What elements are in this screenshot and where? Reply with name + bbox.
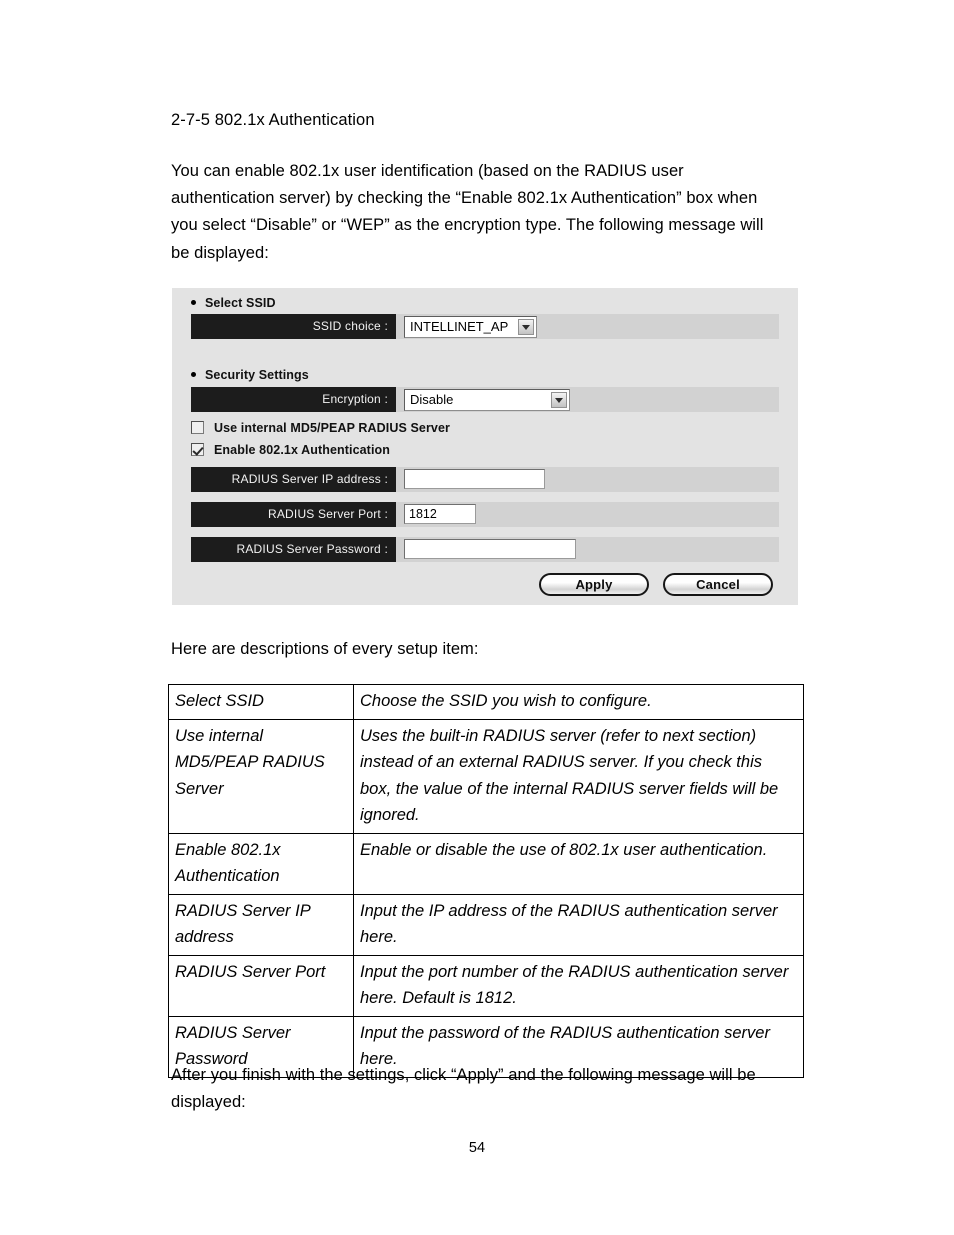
section-heading-select-ssid: Select SSID — [191, 296, 276, 310]
ssid-choice-select[interactable]: INTELLINET_AP — [404, 316, 537, 338]
radius-password-field[interactable] — [404, 539, 576, 559]
router-admin-screenshot: Select SSID SSID choice : INTELLINET_AP … — [172, 288, 798, 605]
descriptions-lead: Here are descriptions of every setup ite… — [171, 640, 479, 658]
table-cell-term: RADIUS Server Port — [168, 954, 354, 1017]
apply-button[interactable]: Apply — [539, 573, 649, 596]
use-internal-radius-label: Use internal MD5/PEAP RADIUS Server — [214, 421, 450, 435]
enable-8021x-checkbox[interactable] — [191, 443, 204, 457]
page-title: 2-7-5 802.1x Authentication — [171, 111, 375, 129]
ssid-choice-field[interactable]: INTELLINET_AP — [404, 316, 537, 338]
ssid-choice-label: SSID choice : — [191, 314, 396, 339]
encryption-value: Disable — [410, 392, 454, 407]
table-cell-definition: Input the port number of the RADIUS auth… — [353, 954, 804, 1017]
form-row-encryption: Encryption : Disable — [191, 387, 779, 412]
closing-paragraph: After you finish with the settings, clic… — [171, 1066, 756, 1112]
table-cell-definition: Input the IP address of the RADIUS authe… — [353, 893, 804, 956]
section-heading-security-settings-label: Security Settings — [205, 368, 309, 382]
bullet-icon — [191, 300, 196, 306]
checkbox-row-use-internal-radius[interactable]: Use internal MD5/PEAP RADIUS Server — [191, 421, 450, 439]
table-row: Use internal MD5/PEAP RADIUS Server Uses… — [168, 718, 804, 834]
table-cell-term: RADIUS Server IP address — [168, 893, 354, 956]
use-internal-radius-checkbox[interactable] — [191, 421, 204, 435]
radius-ip-field[interactable] — [404, 469, 545, 489]
table-cell-term: Select SSID — [168, 684, 354, 720]
section-heading-select-ssid-label: Select SSID — [205, 296, 276, 310]
cancel-button[interactable]: Cancel — [663, 573, 773, 596]
table-row: RADIUS Server IP address Input the IP ad… — [168, 893, 804, 956]
radius-port-input[interactable]: 1812 — [404, 504, 476, 524]
radius-ip-input[interactable] — [404, 469, 545, 489]
encryption-label: Encryption : — [191, 387, 396, 412]
form-row-radius-ip: RADIUS Server IP address : — [191, 467, 779, 492]
intro-paragraph: You can enable 802.1x user identificatio… — [171, 162, 764, 262]
checkbox-row-enable-8021x[interactable]: Enable 802.1x Authentication — [191, 443, 390, 461]
ssid-choice-value: INTELLINET_AP — [410, 319, 509, 334]
radius-password-input[interactable] — [404, 539, 576, 559]
radius-password-label: RADIUS Server Password : — [191, 537, 396, 562]
radius-port-field[interactable]: 1812 — [404, 504, 476, 524]
enable-8021x-label: Enable 802.1x Authentication — [214, 443, 390, 457]
section-heading-security-settings: Security Settings — [191, 368, 309, 382]
table-cell-definition: Uses the built-in RADIUS server (refer t… — [353, 718, 804, 834]
table-cell-definition: Enable or disable the use of 802.1x user… — [353, 832, 804, 895]
form-row-radius-password: RADIUS Server Password : — [191, 537, 779, 562]
setup-item-description-table: Select SSID Choose the SSID you wish to … — [168, 684, 804, 1078]
form-row-ssid-choice: SSID choice : INTELLINET_AP — [191, 314, 779, 339]
chevron-down-icon[interactable] — [551, 392, 567, 408]
table-row: Enable 802.1x Authentication Enable or d… — [168, 832, 804, 895]
chevron-down-icon[interactable] — [518, 319, 534, 335]
encryption-select[interactable]: Disable — [404, 389, 570, 411]
bullet-icon — [191, 372, 196, 378]
table-cell-term: Enable 802.1x Authentication — [168, 832, 354, 895]
radius-port-label: RADIUS Server Port : — [191, 502, 396, 527]
table-cell-definition: Choose the SSID you wish to configure. — [353, 684, 804, 720]
table-row: Select SSID Choose the SSID you wish to … — [168, 684, 804, 720]
form-row-radius-port: RADIUS Server Port : 1812 — [191, 502, 779, 527]
table-cell-term: Use internal MD5/PEAP RADIUS Server — [168, 718, 354, 834]
table-row: RADIUS Server Port Input the port number… — [168, 954, 804, 1017]
radius-ip-label: RADIUS Server IP address : — [191, 467, 396, 492]
page-number: 54 — [468, 1140, 486, 1156]
encryption-field[interactable]: Disable — [404, 389, 570, 411]
